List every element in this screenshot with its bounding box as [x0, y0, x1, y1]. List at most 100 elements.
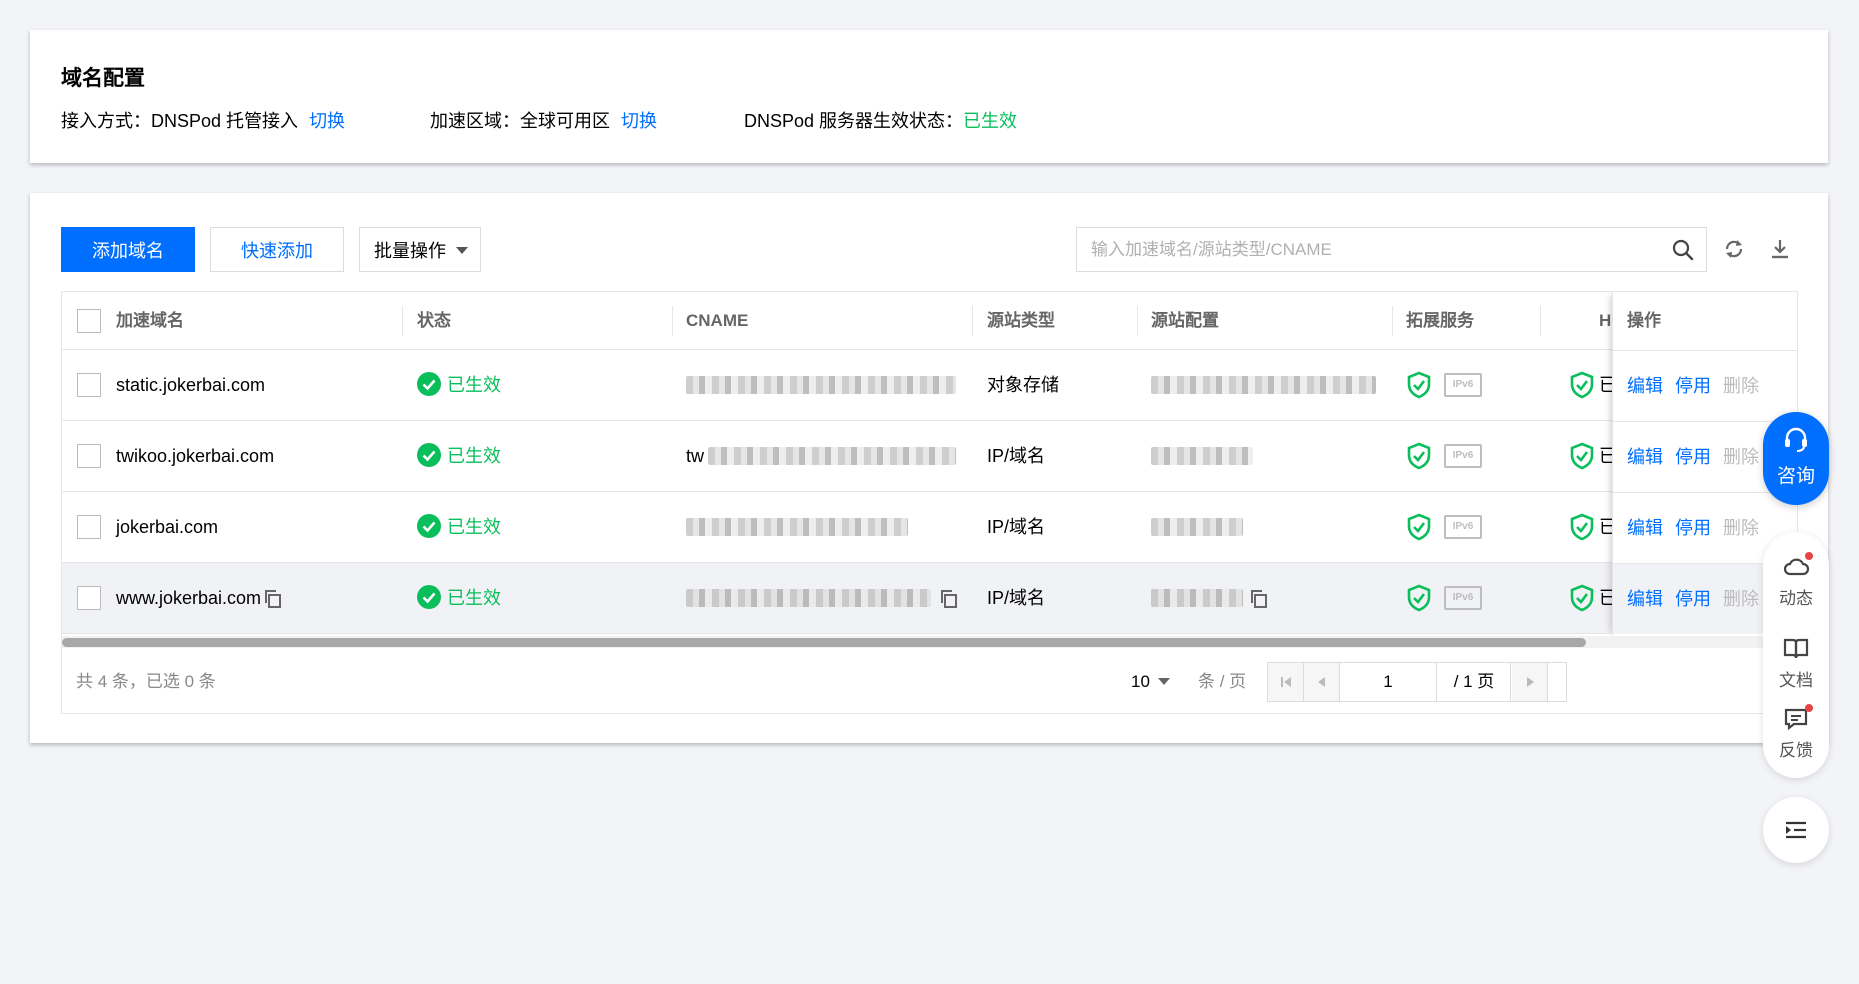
column-divider[interactable]: [672, 306, 673, 336]
copy-icon[interactable]: [1250, 589, 1268, 609]
shield-check-icon: [1407, 513, 1431, 541]
ipv6-badge: IPv6: [1444, 444, 1482, 468]
config-title: 域名配置: [61, 67, 145, 90]
search-box: [1076, 227, 1707, 272]
disable-link[interactable]: 停用: [1675, 351, 1711, 421]
shield-check-icon: [1570, 513, 1594, 541]
collapse-menu-button[interactable]: [1763, 797, 1829, 863]
column-divider[interactable]: [1540, 306, 1541, 336]
row-checkbox[interactable]: [77, 444, 101, 468]
prev-page-button[interactable]: [1304, 663, 1340, 701]
ipv6-badge: IPv6: [1444, 373, 1482, 397]
origin-type: IP/域名: [987, 517, 1046, 537]
cname-redacted: [708, 447, 956, 465]
quick-add-button[interactable]: 快速添加: [210, 227, 344, 272]
next-page-button[interactable]: [1512, 663, 1548, 701]
search-input[interactable]: [1077, 228, 1637, 271]
total-count: 共 4 条，已选 0 条: [76, 672, 216, 691]
table-row: jokerbai.com 已生效 IP/域名 IPv6 已: [62, 492, 1797, 563]
disable-link[interactable]: 停用: [1675, 493, 1711, 563]
shield-check-icon: [1570, 371, 1594, 399]
ipv6-badge: IPv6: [1444, 586, 1482, 610]
region-switch-link[interactable]: 切换: [621, 111, 657, 131]
delete-link: 删除: [1723, 376, 1759, 396]
column-divider[interactable]: [1392, 306, 1393, 336]
disable-link[interactable]: 停用: [1675, 564, 1711, 634]
origin-config-redacted: [1151, 376, 1376, 394]
row-checkbox[interactable]: [77, 373, 101, 397]
status-text: 已生效: [447, 588, 501, 608]
origin-config-redacted: [1151, 447, 1253, 465]
operations-row: 编辑 停用 删除: [1613, 350, 1797, 421]
refresh-icon[interactable]: [1723, 238, 1745, 260]
column-divider[interactable]: [1137, 306, 1138, 336]
domain-name: twikoo.jokerbai.com: [116, 446, 275, 466]
status-text: 已生效: [447, 375, 501, 395]
column-divider[interactable]: [972, 306, 973, 336]
edit-link[interactable]: 编辑: [1627, 422, 1663, 492]
cname-redacted: [686, 376, 956, 394]
dnspod-status: DNSPod 服务器生效状态：已生效: [744, 107, 1017, 133]
copy-icon[interactable]: [940, 589, 958, 609]
edit-link[interactable]: 编辑: [1627, 564, 1663, 634]
select-all-checkbox[interactable]: [77, 309, 101, 333]
first-page-icon: [1281, 677, 1291, 687]
consult-button[interactable]: 咨询: [1763, 412, 1829, 505]
add-domain-button[interactable]: 添加域名: [61, 227, 195, 272]
origin-config-redacted: [1151, 518, 1243, 536]
download-icon[interactable]: [1770, 238, 1790, 260]
batch-operation-label: 批量操作: [374, 240, 446, 261]
cname-redacted: [686, 518, 908, 536]
access-mode: 接入方式：DNSPod 托管接入 切换: [61, 107, 345, 133]
access-mode-label: 接入方式：DNSPod 托管接入: [61, 111, 299, 131]
book-icon: [1783, 638, 1809, 659]
news-button[interactable]: 动态: [1763, 552, 1829, 609]
disable-link[interactable]: 停用: [1675, 422, 1711, 492]
region: 加速区域：全球可用区 切换: [430, 107, 657, 133]
horizontal-scrollbar[interactable]: [62, 636, 1797, 648]
news-label: 动态: [1779, 589, 1813, 608]
row-checkbox[interactable]: [77, 515, 101, 539]
docs-label: 文档: [1779, 671, 1813, 690]
edit-link[interactable]: 编辑: [1627, 351, 1663, 421]
table-footer: 共 4 条，已选 0 条 10 条 / 页 1 / 1 页: [62, 648, 1797, 713]
domain-name: jokerbai.com: [116, 517, 219, 537]
pagination: 1 / 1 页: [1267, 662, 1567, 702]
search-icon[interactable]: [1672, 239, 1694, 261]
page-size-select[interactable]: 10: [1131, 648, 1170, 713]
first-page-button[interactable]: [1268, 663, 1304, 701]
batch-operation-dropdown[interactable]: 批量操作: [359, 227, 481, 272]
docs-button[interactable]: 文档: [1763, 636, 1829, 691]
delete-link: 删除: [1723, 518, 1759, 538]
origin-type: IP/域名: [987, 588, 1046, 608]
header-status: 状态: [417, 311, 451, 330]
scrollbar-thumb[interactable]: [62, 638, 1586, 647]
ipv6-badge: IPv6: [1444, 515, 1482, 539]
copy-icon[interactable]: [264, 589, 282, 609]
cname-redacted: [686, 589, 931, 607]
shield-check-icon: [1570, 584, 1594, 612]
header-ext-service: 拓展服务: [1406, 311, 1474, 330]
delete-link: 删除: [1723, 589, 1759, 609]
origin-config-redacted: [1151, 589, 1243, 607]
shield-check-icon: [1407, 584, 1431, 612]
header-h: H: [1599, 311, 1612, 330]
feedback-button[interactable]: 反馈: [1763, 704, 1829, 761]
caret-down-icon: [456, 247, 468, 254]
check-circle-icon: [417, 514, 441, 538]
header-domain: 加速域名: [116, 311, 184, 330]
page-size-value: 10: [1131, 672, 1150, 691]
column-divider[interactable]: [402, 306, 403, 336]
chevron-left-icon: [1318, 677, 1325, 687]
domain-list-card: 添加域名 快速添加 批量操作 加速域名 状态 CNAME 源站类型: [30, 193, 1828, 743]
origin-type: IP/域名: [987, 446, 1046, 466]
consult-label: 咨询: [1776, 466, 1815, 487]
chevron-right-icon: [1527, 677, 1534, 687]
page-number-input[interactable]: 1: [1340, 663, 1437, 701]
status-cell: 已生效: [417, 421, 501, 491]
dnspod-status-value: 已生效: [963, 111, 1018, 131]
row-checkbox[interactable]: [77, 586, 101, 610]
edit-link[interactable]: 编辑: [1627, 493, 1663, 563]
access-switch-link[interactable]: 切换: [309, 111, 345, 131]
check-circle-icon: [417, 585, 441, 609]
